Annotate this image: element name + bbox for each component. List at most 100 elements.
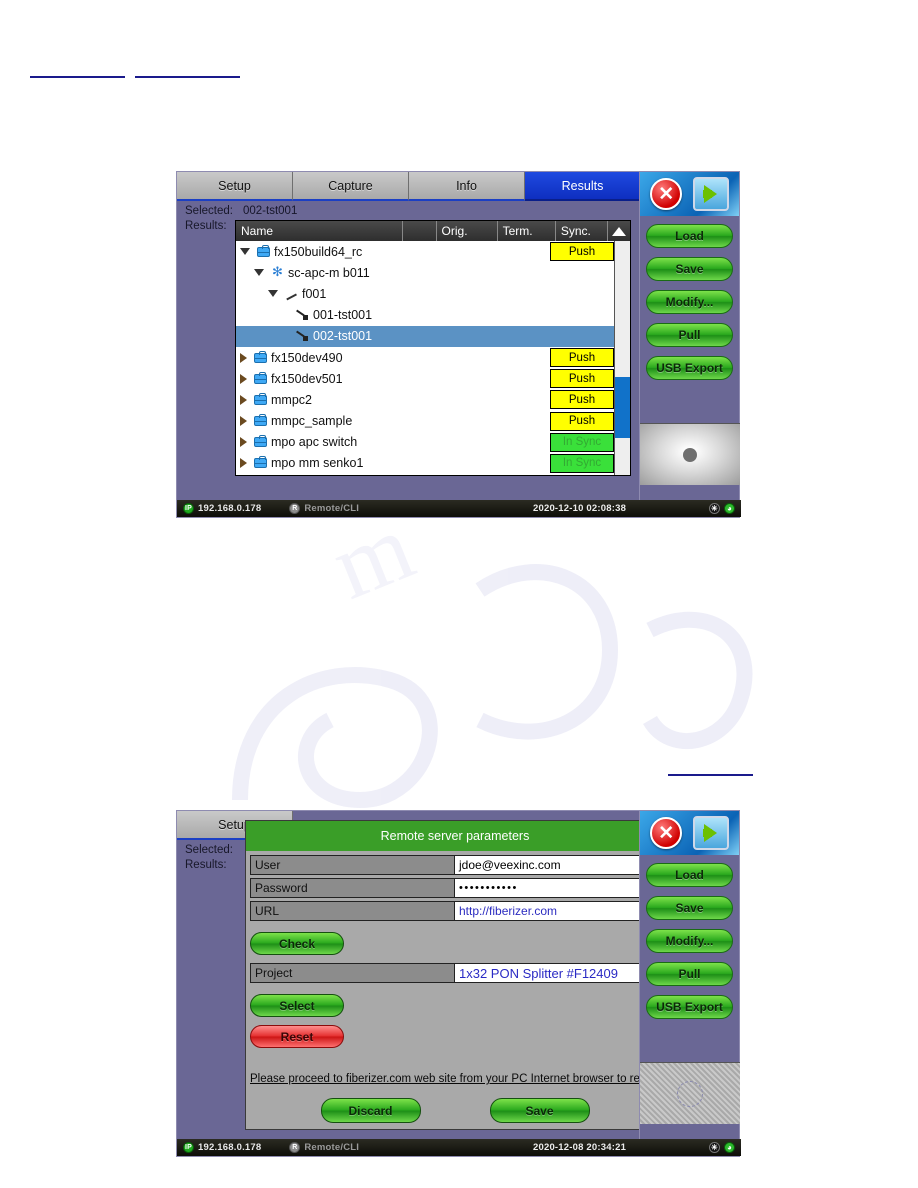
table-row[interactable]: ✻ sc-apc-m b011 [236, 262, 630, 284]
next-button[interactable] [692, 177, 729, 211]
table-row[interactable]: mpo apc switch In Sync [236, 431, 630, 453]
discard-button[interactable]: Discard [320, 1098, 421, 1123]
table-row[interactable]: fx150build64_rc Push [236, 241, 630, 263]
password-label: Password [250, 878, 455, 898]
check-button[interactable]: Check [250, 932, 344, 955]
tab-capture[interactable]: Capture [293, 172, 409, 201]
camera-preview[interactable] [640, 423, 740, 485]
connector-icon [296, 310, 309, 321]
status-ip-group: IP 192.168.0.178 [183, 503, 261, 514]
password-input[interactable]: ••••••••••• [455, 878, 660, 898]
user-field-row: User jdoe@veexinc.com [250, 855, 660, 875]
close-icon[interactable]: ✕ [650, 817, 683, 849]
tree-node-label: f001 [302, 286, 327, 301]
scroll-up-button[interactable] [607, 221, 630, 241]
top-link-2[interactable] [135, 64, 240, 78]
save-button[interactable]: Save [646, 896, 733, 920]
url-input[interactable]: http://fiberizer.com [455, 901, 660, 921]
close-icon[interactable]: ✕ [650, 178, 683, 210]
remote-server-dialog: Remote server parameters User jdoe@veexi… [245, 820, 671, 1130]
save-dialog-button[interactable]: Save [489, 1098, 590, 1123]
expander-closed-icon[interactable] [240, 394, 247, 405]
push-button[interactable]: Push [550, 411, 614, 431]
save-button[interactable]: Save [646, 257, 733, 281]
table-row[interactable]: fx150dev501 Push [236, 368, 630, 390]
load-button[interactable]: Load [646, 863, 733, 887]
push-button[interactable]: Push [550, 390, 614, 410]
project-field-row: Project 1x32 PON Splitter #F12409 [250, 963, 660, 983]
push-button[interactable]: Push [550, 242, 614, 262]
top-links [30, 64, 240, 78]
status-remote-value: Remote/CLI [304, 1142, 360, 1153]
expander-closed-icon[interactable] [240, 458, 247, 469]
tab-setup[interactable]: Setup [177, 172, 293, 201]
user-input[interactable]: jdoe@veexinc.com [455, 855, 660, 875]
usb-export-button[interactable]: USB Export [646, 356, 733, 380]
push-button[interactable]: Push [550, 369, 614, 389]
results-tree[interactable]: Name Orig. Term. Sync. fx150build64_rc Pu… [235, 220, 631, 476]
table-row[interactable]: 001-tst001 [236, 304, 630, 326]
usb-export-button[interactable]: USB Export [646, 995, 733, 1019]
project-label: Project [250, 963, 455, 983]
tree-node-label: mpo apc switch [271, 435, 358, 450]
camera-preview-2[interactable] [640, 1062, 740, 1124]
expander-closed-icon[interactable] [240, 437, 247, 448]
tab-results[interactable]: Results [525, 172, 641, 201]
scrollbar-thumb[interactable] [615, 376, 630, 438]
device-screenshot-remote-params: Setup Selected: Results: Remote server p… [176, 810, 741, 1157]
bluetooth-icon: ✳ [709, 503, 720, 514]
selected-label: Selected: [185, 205, 233, 217]
status-ip-value: 192.168.0.178 [198, 503, 262, 514]
mid-link[interactable] [668, 762, 753, 776]
expander-open-icon[interactable] [240, 248, 250, 256]
expander-closed-icon[interactable] [240, 352, 247, 363]
column-header-sync[interactable]: Sync. [555, 221, 608, 241]
column-header-term[interactable]: Term. [497, 221, 556, 241]
tab-info[interactable]: Info [409, 172, 525, 201]
list-item [62, 652, 440, 670]
tree-node[interactable]: 002-tst001 [236, 329, 630, 343]
modify-button[interactable]: Modify... [646, 290, 733, 314]
column-header-blank[interactable] [402, 221, 437, 241]
in-sync-badge[interactable]: In Sync [550, 432, 614, 452]
dialog-body: User jdoe@veexinc.com Password •••••••••… [246, 851, 671, 1129]
case-icon [254, 456, 267, 469]
expander-open-icon[interactable] [268, 290, 278, 298]
table-row[interactable]: mpo mm senko1 In Sync [236, 452, 630, 475]
load-button[interactable]: Load [646, 224, 733, 248]
table-row[interactable]: mmpc2 Push [236, 389, 630, 411]
in-sync-badge[interactable]: In Sync [550, 453, 614, 473]
tree-node[interactable]: 001-tst001 [236, 308, 630, 322]
list-item [62, 670, 440, 688]
project-input[interactable]: 1x32 PON Splitter #F12409 [455, 963, 660, 983]
tree-node[interactable]: f001 [236, 287, 630, 301]
expander-closed-icon[interactable] [240, 373, 247, 384]
table-row[interactable]: mmpc_sample Push [236, 410, 630, 432]
tab-bar: Setup Capture Info Results [177, 172, 641, 201]
tree-node[interactable]: ✻ sc-apc-m b011 [236, 266, 630, 280]
table-row[interactable]: fx150dev490 Push [236, 346, 630, 369]
reset-button[interactable]: Reset [250, 1025, 344, 1048]
column-header-orig[interactable]: Orig. [436, 221, 498, 241]
next-button[interactable] [692, 816, 729, 850]
push-button[interactable]: Push [550, 348, 614, 368]
rail-button-group-2: Load Save Modify... Pull USB Export [640, 855, 739, 1019]
tree-node-label: mmpc2 [271, 392, 312, 407]
ip-badge-icon: IP [183, 1142, 194, 1153]
tree-scrollbar[interactable] [614, 241, 630, 475]
column-header-name[interactable]: Name [236, 221, 403, 241]
expander-open-icon[interactable] [254, 269, 264, 277]
top-link-1[interactable] [30, 64, 125, 78]
table-row[interactable]: 002-tst001 [236, 325, 630, 347]
tree-node-label: 001-tst001 [313, 308, 373, 323]
tree-body[interactable]: fx150build64_rc Push ✻ sc-apc-m b011 f001 001… [236, 241, 630, 475]
table-row[interactable]: f001 [236, 283, 630, 305]
select-button[interactable]: Select [250, 994, 344, 1017]
pull-button[interactable]: Pull [646, 962, 733, 986]
status-remote-group-2: R Remote/CLI [289, 1142, 359, 1153]
pull-button[interactable]: Pull [646, 323, 733, 347]
modify-button[interactable]: Modify... [646, 929, 733, 953]
triangle-up-icon [611, 226, 626, 236]
expander-closed-icon[interactable] [240, 416, 247, 427]
